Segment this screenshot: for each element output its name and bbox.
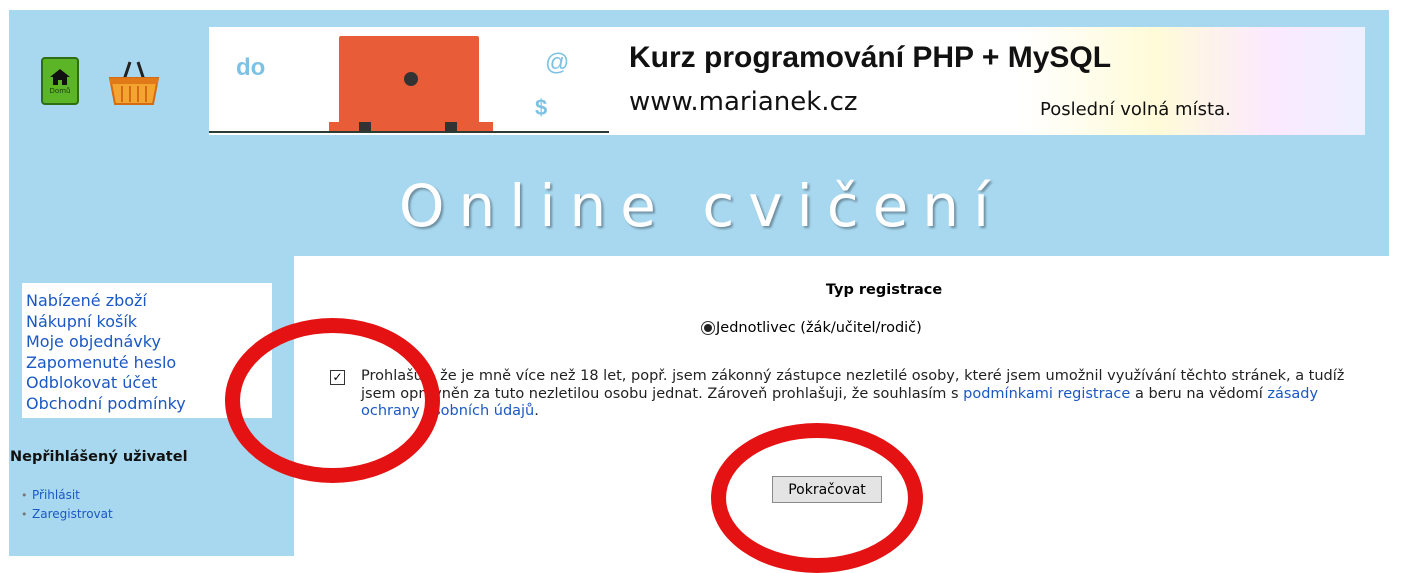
registration-terms-link[interactable]: podmínkami registrace — [963, 386, 1130, 402]
highlight-circle — [225, 318, 440, 483]
home-button-label: Domů — [49, 86, 71, 95]
laptop-foot — [359, 122, 371, 131]
menu-item-offered-goods[interactable]: Nabízené zboží — [22, 291, 272, 312]
laptop-camera-dot — [404, 72, 418, 86]
laptop-base — [329, 122, 493, 131]
radio-button[interactable] — [701, 321, 715, 335]
banner-word: do — [236, 54, 266, 81]
menu-item-shopping-cart[interactable]: Nákupní košík — [22, 312, 272, 333]
login-link[interactable]: Přihlásit — [21, 486, 113, 505]
user-status-heading: Nepřihlášený uživatel — [10, 449, 188, 465]
banner-url: www.marianek.cz — [629, 87, 858, 117]
registration-type-heading: Typ registrace — [825, 282, 943, 298]
user-links: Přihlásit Zaregistrovat — [21, 486, 113, 524]
radio-option-individual[interactable]: Jednotlivec (žák/učitel/rodič) — [701, 320, 922, 336]
register-link[interactable]: Zaregistrovat — [21, 505, 113, 524]
banner-divider-line — [209, 131, 609, 133]
shopping-basket-icon[interactable] — [108, 60, 160, 106]
radio-label: Jednotlivec (žák/učitel/rodič) — [716, 320, 922, 336]
declaration-text-part: a beru na vědomí — [1130, 385, 1268, 402]
banner-title: Kurz programování PHP + MySQL — [629, 41, 1112, 74]
menu-item-my-orders[interactable]: Moje objednávky — [22, 332, 272, 353]
site-title: Online cvičení — [398, 172, 1004, 240]
ad-banner[interactable]: do @ $ Kurz programování PHP + MySQL www… — [209, 27, 1365, 135]
laptop-foot — [445, 122, 457, 131]
declaration-text: Prohlašuji, že je mně více než 18 let, p… — [361, 368, 1351, 421]
declaration-text-part: . — [534, 403, 539, 419]
highlight-circle — [711, 423, 923, 573]
banner-at-sign: @ — [545, 49, 570, 76]
home-icon — [50, 68, 70, 85]
banner-dollar-sign: $ — [535, 95, 548, 120]
laptop-illustration — [339, 36, 479, 124]
home-button[interactable]: Domů — [41, 57, 79, 105]
banner-subtitle: Poslední volná místa. — [1040, 99, 1231, 120]
